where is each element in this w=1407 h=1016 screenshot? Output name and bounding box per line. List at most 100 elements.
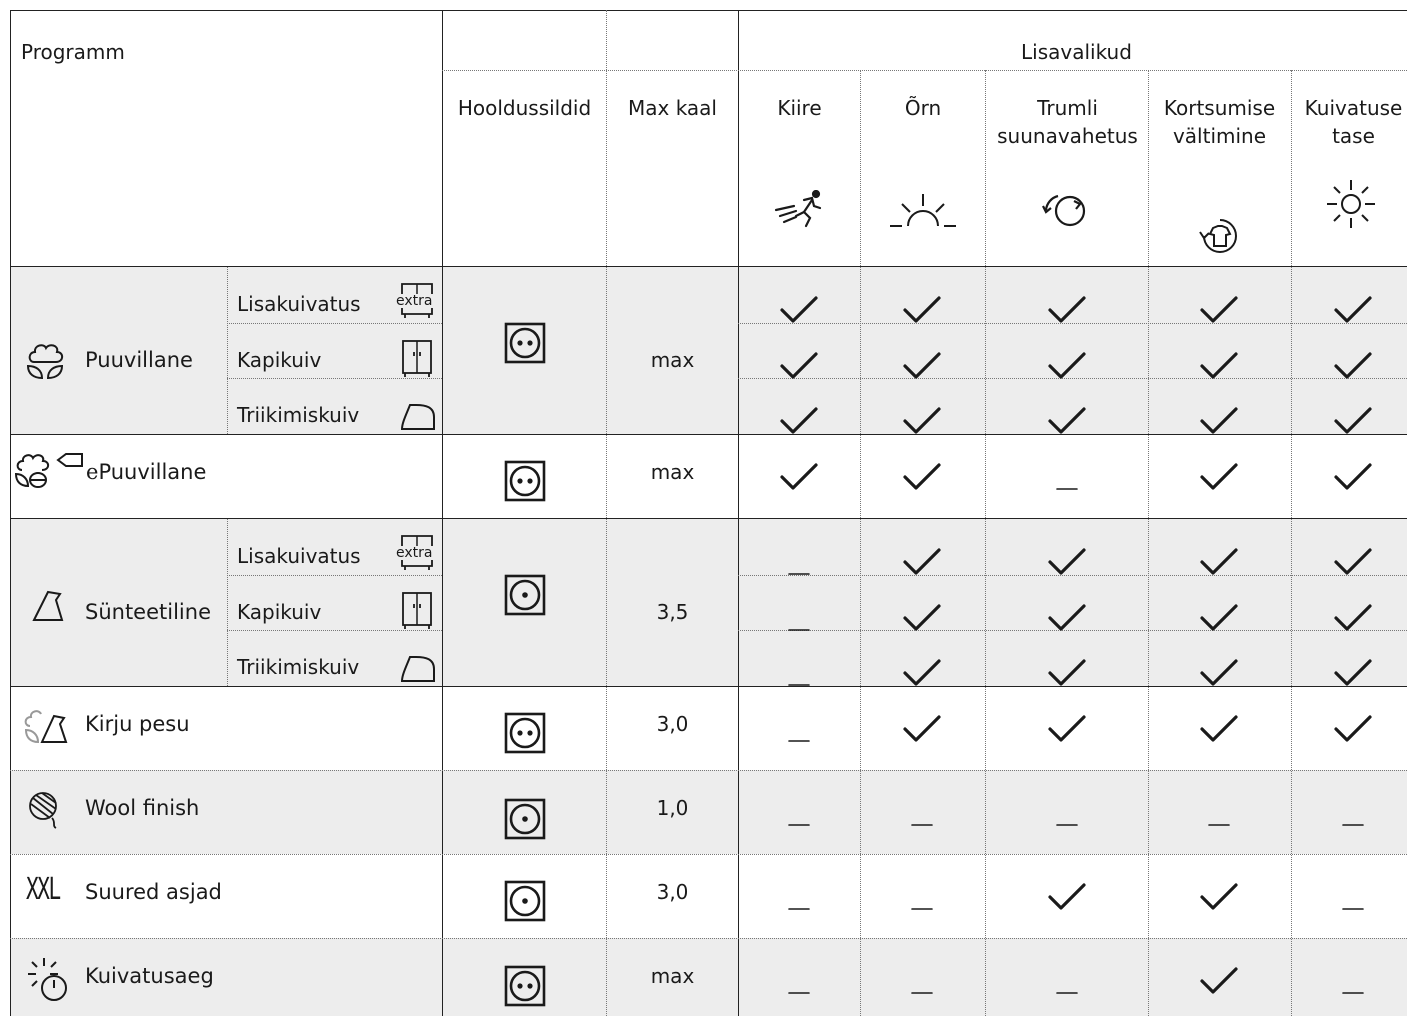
sub-synth-cupboard: Kapikuiv (237, 600, 322, 624)
check-icon (1334, 604, 1372, 631)
max-wool: 1,0 (656, 796, 689, 820)
line-sub-col-b (227, 519, 228, 686)
row-sep-3 (10, 686, 1407, 687)
dash-icon (1342, 992, 1364, 994)
running-person-icon (774, 190, 822, 228)
drum-reverse-icon (1042, 194, 1086, 227)
sun-dryness-icon (1327, 180, 1375, 228)
header-orn: Õrn (904, 96, 942, 120)
header-kortsumise: Kortsumise vältimine (1163, 96, 1276, 148)
row-sep-5 (10, 854, 1407, 855)
iron-dry-icon (400, 656, 435, 682)
check-icon (780, 296, 818, 323)
dash-icon (788, 740, 810, 742)
tumble-dry-normal-icon (504, 322, 546, 364)
eco-cotton-icon (14, 453, 83, 488)
row-sep-4 (10, 770, 1407, 771)
line-opt3 (1148, 70, 1149, 1016)
dash-icon (911, 992, 933, 994)
header-kiire: Kiire (777, 96, 822, 120)
line-opt1 (860, 70, 861, 1016)
check-icon (1334, 715, 1372, 742)
iron-dry-icon (400, 404, 435, 430)
dash-icon (1056, 488, 1078, 490)
tumble-dry-normal-icon (504, 460, 546, 502)
tumble-dry-normal-icon (504, 965, 546, 1007)
sub-synth-iron: Triikimiskuiv (237, 655, 360, 679)
check-icon (903, 659, 941, 686)
dash-icon (788, 908, 810, 910)
line-opt2 (985, 70, 986, 1016)
program-timed-name: Kuivatusaeg (85, 964, 214, 988)
anti-crease-shirt-icon (1199, 219, 1237, 253)
tumble-dry-normal-icon (504, 712, 546, 754)
line-opt4 (1291, 70, 1292, 1016)
line-sub-col-a (227, 267, 228, 434)
eco-prefix: e (86, 460, 99, 484)
check-icon (1200, 604, 1238, 631)
line-care-max (606, 10, 607, 1016)
dash-icon (911, 824, 933, 826)
line-header-mid (442, 70, 1407, 71)
check-icon (903, 715, 941, 742)
check-icon (903, 463, 941, 490)
check-icon (1048, 659, 1086, 686)
mixed-icon (24, 710, 68, 744)
synthetic-icon (32, 590, 64, 621)
check-icon (1334, 296, 1372, 323)
sub-cotton-cupboard: Kapikuiv (237, 348, 322, 372)
header-trumli: Trumli suunavahetus (997, 96, 1138, 148)
sub-sep-a2 (227, 378, 442, 379)
max-eco: max (650, 460, 695, 484)
check-icon (1200, 407, 1238, 434)
check-icon (1048, 604, 1086, 631)
program-eco-cotton-name: ePuuvillane (86, 460, 207, 484)
border-left (10, 10, 11, 1016)
dash-icon (788, 992, 810, 994)
dash-icon (788, 824, 810, 826)
check-icon (1334, 659, 1372, 686)
check-icon (903, 548, 941, 575)
cotton-icon (26, 344, 64, 380)
row-sep-2 (10, 518, 1407, 519)
check-icon (1334, 548, 1372, 575)
sub-cotton-extra: Lisakuivatus (237, 292, 361, 316)
check-icon (780, 352, 818, 379)
max-synthetic: 3,5 (656, 600, 689, 624)
timed-dry-icon (28, 958, 67, 1001)
check-icon (1048, 407, 1086, 434)
dash-icon (911, 908, 933, 910)
dash-icon (788, 629, 810, 631)
dash-icon (1342, 908, 1364, 910)
program-wool-name: Wool finish (85, 796, 200, 820)
delicate-sunrise-icon (890, 194, 956, 227)
max-xxl: 3,0 (656, 880, 689, 904)
sub-sep-a1 (227, 323, 442, 324)
check-icon (1048, 883, 1086, 910)
dash-icon (1056, 824, 1078, 826)
check-icon (1200, 296, 1238, 323)
check-icon (1048, 548, 1086, 575)
dash-icon (1208, 824, 1230, 826)
tumble-dry-low-icon (504, 574, 546, 616)
border-top (10, 10, 1407, 11)
sub-synth-extra: Lisakuivatus (237, 544, 361, 568)
check-icon (1200, 548, 1238, 575)
sub-sep-b1 (227, 575, 442, 576)
check-icon (903, 352, 941, 379)
check-icon (1200, 967, 1238, 994)
header-lisavalikud: Lisavalikud (1021, 40, 1132, 64)
cupboard-dry-icon (402, 340, 432, 377)
check-icon (1200, 883, 1238, 910)
cupboard-dry-icon (402, 592, 432, 629)
dash-icon (1056, 992, 1078, 994)
sub-cotton-iron: Triikimiskuiv (237, 403, 360, 427)
extra-label-glyph: extra (396, 545, 433, 561)
check-icon (1200, 352, 1238, 379)
max-mixed: 3,0 (656, 712, 689, 736)
header-kuivatuse: Kuivatuse tase (1304, 96, 1403, 148)
check-icon (903, 604, 941, 631)
dash-icon (788, 573, 810, 575)
dash-icon (788, 684, 810, 686)
check-icon (903, 296, 941, 323)
